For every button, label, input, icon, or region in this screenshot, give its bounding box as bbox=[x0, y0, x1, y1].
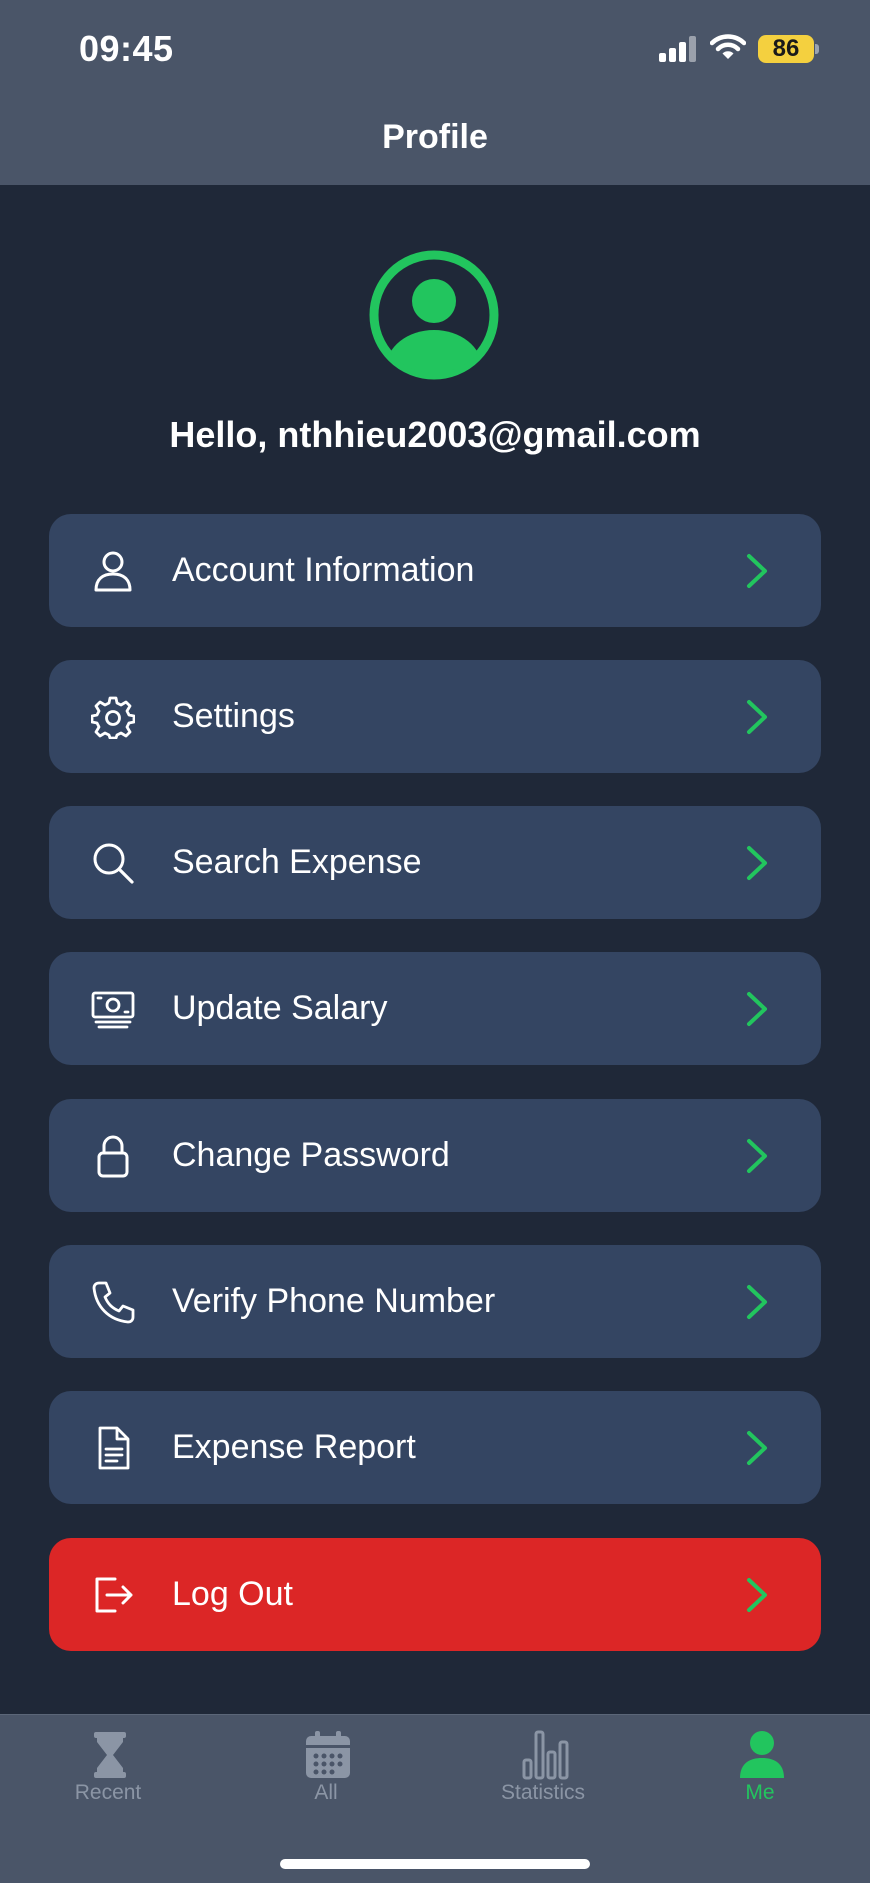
battery-cap bbox=[815, 44, 819, 54]
wifi-icon bbox=[710, 34, 746, 59]
chevron-right-icon bbox=[747, 1578, 767, 1612]
money-icon bbox=[91, 991, 135, 1029]
profile-screen: 09:45 86 Profile Hello, nthhieu2003@gmai… bbox=[0, 0, 870, 1883]
menu-item-label: Update Salary bbox=[172, 989, 388, 1027]
log-out-button[interactable]: Log Out bbox=[49, 1538, 821, 1651]
bar-chart-icon bbox=[522, 1730, 569, 1780]
chevron-right-icon bbox=[747, 846, 767, 880]
menu-item-label: Log Out bbox=[172, 1575, 293, 1613]
menu-item-label: Account Information bbox=[172, 551, 475, 589]
tab-label: Statistics bbox=[500, 1781, 586, 1804]
gear-icon bbox=[91, 696, 135, 739]
page-title: Profile bbox=[382, 118, 488, 156]
status-time: 09:45 bbox=[79, 28, 174, 69]
tab-label: All bbox=[314, 1781, 338, 1804]
chevron-right-icon bbox=[747, 1285, 767, 1319]
chevron-right-icon bbox=[747, 1139, 767, 1173]
chevron-right-icon bbox=[747, 700, 767, 734]
tab-statistics[interactable]: Statistics bbox=[443, 1715, 643, 1825]
document-icon bbox=[98, 1426, 130, 1470]
top-bar: 09:45 86 Profile bbox=[0, 0, 870, 185]
calendar-icon bbox=[306, 1731, 350, 1778]
tab-me[interactable]: Me bbox=[660, 1715, 860, 1825]
account-information-button[interactable]: Account Information bbox=[49, 514, 821, 627]
greeting-text: Hello, nthhieu2003@gmail.com bbox=[169, 414, 701, 455]
chevron-right-icon bbox=[747, 992, 767, 1026]
change-password-button[interactable]: Change Password bbox=[49, 1099, 821, 1212]
battery-indicator: 86 bbox=[758, 35, 814, 63]
search-icon bbox=[93, 843, 134, 884]
logout-icon bbox=[95, 1577, 133, 1613]
menu-item-label: Expense Report bbox=[172, 1428, 416, 1466]
chevron-right-icon bbox=[747, 554, 767, 588]
chevron-right-icon bbox=[747, 1431, 767, 1465]
tab-label: Me bbox=[745, 1781, 775, 1804]
search-expense-button[interactable]: Search Expense bbox=[49, 806, 821, 919]
menu-item-label: Search Expense bbox=[172, 843, 422, 881]
phone-icon bbox=[92, 1281, 135, 1324]
menu-item-label: Verify Phone Number bbox=[172, 1282, 496, 1320]
verify-phone-number-button[interactable]: Verify Phone Number bbox=[49, 1245, 821, 1358]
tab-label: Recent bbox=[74, 1781, 142, 1804]
tab-all[interactable]: All bbox=[226, 1715, 426, 1825]
menu-item-label: Change Password bbox=[172, 1136, 450, 1174]
home-indicator bbox=[280, 1859, 590, 1869]
user-icon bbox=[94, 551, 132, 592]
settings-button[interactable]: Settings bbox=[49, 660, 821, 773]
tab-recent[interactable]: Recent bbox=[8, 1715, 208, 1825]
cellular-signal-icon bbox=[659, 36, 697, 62]
menu-item-label: Settings bbox=[172, 697, 295, 735]
lock-icon bbox=[97, 1135, 129, 1178]
user-circle-icon bbox=[369, 250, 499, 380]
update-salary-button[interactable]: Update Salary bbox=[49, 952, 821, 1065]
tab-bar: Recent All Statistics Me bbox=[0, 1714, 870, 1883]
expense-report-button[interactable]: Expense Report bbox=[49, 1391, 821, 1504]
hourglass-icon bbox=[94, 1732, 126, 1778]
person-icon bbox=[740, 1731, 784, 1778]
